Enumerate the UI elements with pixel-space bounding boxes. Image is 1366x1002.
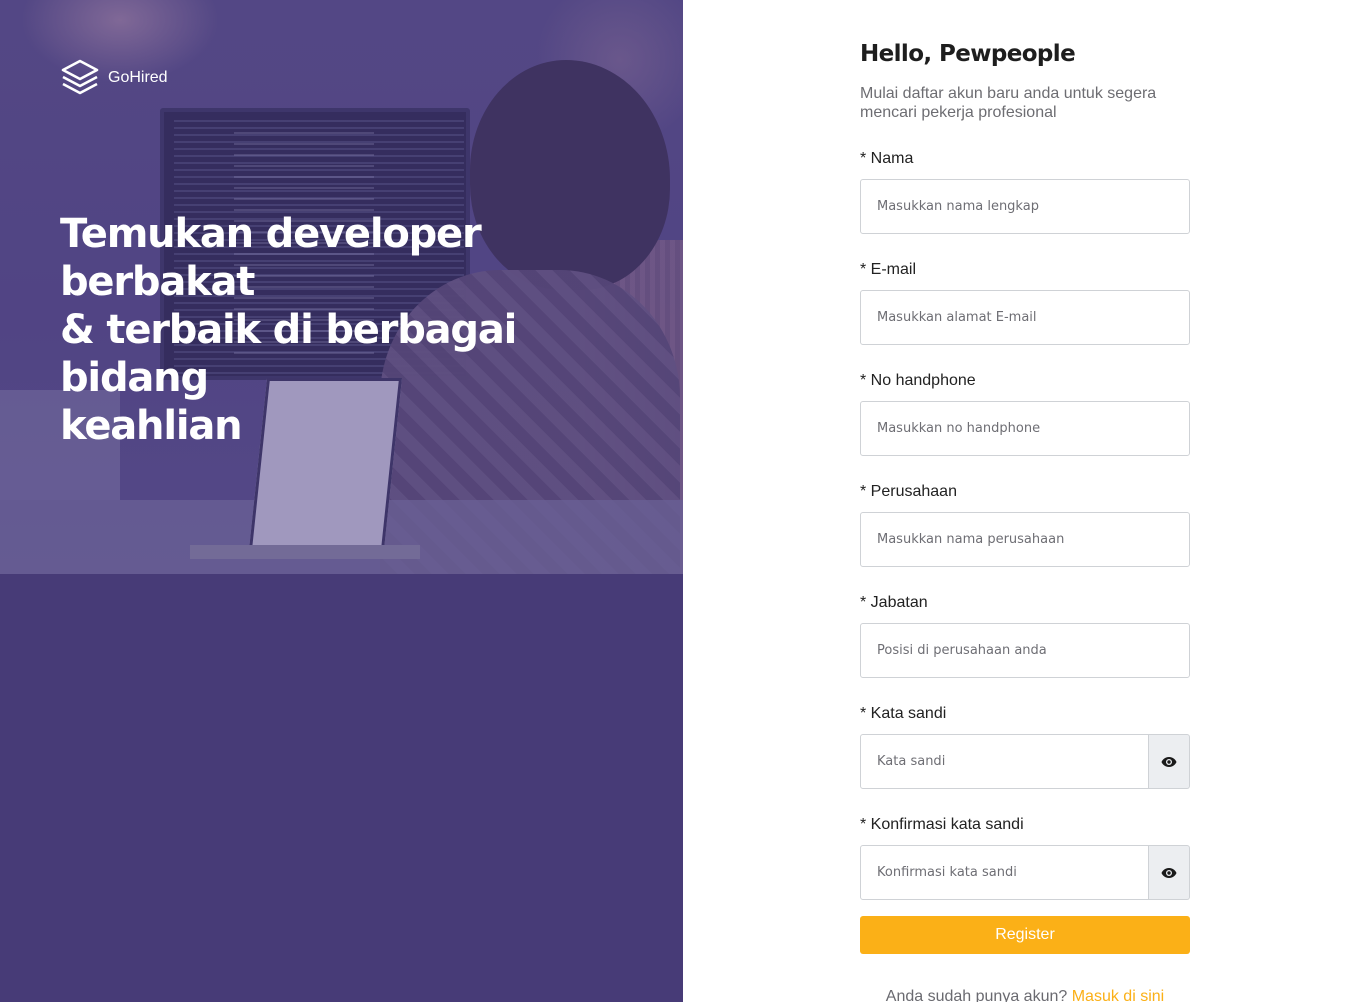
hero-headline-line: & terbaik di berbagai bidang [60,307,517,401]
page-subtitle: Mulai daftar akun baru anda untuk segera… [860,84,1190,122]
register-form: Hello, Pewpeople Mulai daftar akun baru … [860,38,1190,1002]
confirm-password-input-group [860,845,1190,900]
subtitle-line: Mulai daftar akun baru anda untuk segera [860,85,1157,102]
position-input[interactable] [860,623,1190,678]
page-title: Hello, Pewpeople [860,41,1076,67]
left-panel: GoHired Temukan developer berbakat & ter… [0,0,683,1002]
subtitle-line: mencari pekerja profesional [860,104,1057,121]
hero-headline-line: keahlian [60,403,243,449]
confirm-password-field-group: * Konfirmasi kata sandi [860,813,1190,900]
login-link[interactable]: Masuk di sini [1072,988,1164,1002]
eye-icon [1161,867,1177,878]
password-input[interactable] [860,734,1149,789]
name-input[interactable] [860,179,1190,234]
password-input-group [860,734,1190,789]
show-password-toggle[interactable] [1149,734,1190,789]
company-label: * Perusahaan [860,483,957,500]
show-confirm-password-toggle[interactable] [1149,845,1190,900]
password-field-group: * Kata sandi [860,702,1190,789]
right-panel: Hello, Pewpeople Mulai daftar akun baru … [683,0,1366,1002]
phone-input[interactable] [860,401,1190,456]
stacked-layers-icon [61,59,99,95]
login-prompt-text: Anda sudah punya akun? [885,988,1068,1002]
email-input[interactable] [860,290,1190,345]
hero-headline: Temukan developer berbakat & terbaik di … [60,210,640,450]
hero-headline-line: Temukan developer berbakat [60,211,482,305]
login-prompt: Anda sudah punya akun? Masuk di sini [860,988,1190,1002]
confirm-password-label: * Konfirmasi kata sandi [860,816,1024,833]
name-label: * Nama [860,150,914,167]
register-button[interactable]: Register [860,916,1190,954]
password-label: * Kata sandi [860,705,947,722]
name-field-group: * Nama [860,147,1190,234]
email-label: * E-mail [860,261,917,278]
position-field-group: * Jabatan [860,591,1190,678]
brand[interactable]: GoHired [60,58,168,98]
phone-field-group: * No handphone [860,369,1190,456]
confirm-password-input[interactable] [860,845,1149,900]
eye-icon [1161,756,1177,767]
position-label: * Jabatan [860,594,928,611]
company-input[interactable] [860,512,1190,567]
phone-label: * No handphone [860,372,976,389]
email-field-group: * E-mail [860,258,1190,345]
company-field-group: * Perusahaan [860,480,1190,567]
brand-name: GoHired [108,69,168,86]
